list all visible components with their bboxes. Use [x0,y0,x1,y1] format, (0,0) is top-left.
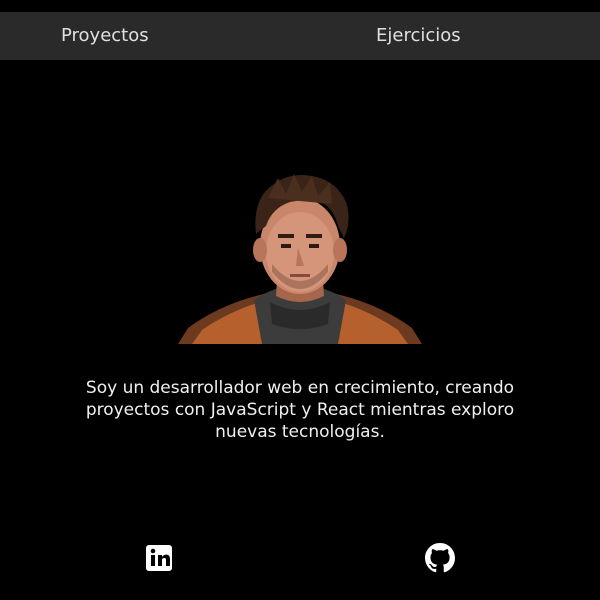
nav-link-exercises[interactable]: Ejercicios [376,12,461,60]
top-nav-bar: Proyectos Ejercicios [0,12,600,60]
nav-link-projects[interactable]: Proyectos [61,12,149,60]
avatar [178,168,422,344]
linkedin-link[interactable] [144,543,174,573]
page: Proyectos Ejercicios Soy un desarrollado… [0,0,600,600]
intro-text: Soy un desarrollador web en crecimiento,… [85,378,515,442]
linkedin-icon [146,545,172,571]
github-link[interactable] [425,543,455,573]
avatar-portrait-image [178,174,422,344]
github-icon [425,543,455,573]
